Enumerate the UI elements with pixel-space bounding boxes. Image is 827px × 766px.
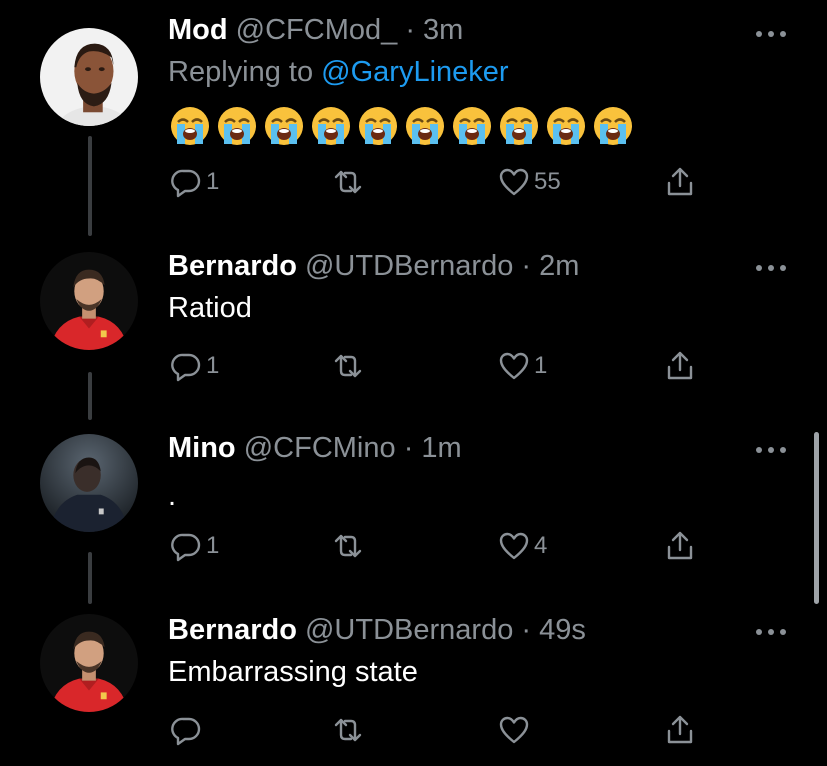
share-button[interactable] [664, 526, 696, 566]
share-icon [667, 351, 693, 380]
tweet-text: . [168, 480, 177, 512]
display-name[interactable]: Bernardo [168, 614, 297, 646]
more-dots-icon[interactable] [754, 260, 788, 271]
avatar[interactable] [40, 614, 138, 712]
loudly-crying-face-icon [497, 106, 544, 146]
tweet-header: Mino @CFCMino · 1m [168, 430, 462, 466]
reply-icon [171, 533, 201, 562]
retweet-button[interactable] [332, 710, 368, 750]
tweet-actions: 1 55 [168, 162, 708, 202]
man-profile-photo [40, 28, 138, 126]
mention-link[interactable]: @GaryLineker [321, 56, 508, 88]
reply-icon [171, 169, 201, 198]
heart-icon [499, 168, 529, 196]
retweet-icon [334, 534, 362, 558]
like-count: 4 [534, 532, 548, 559]
reply-count: 1 [206, 168, 220, 195]
share-icon [667, 531, 693, 560]
footballer-red-kit-photo [40, 252, 138, 350]
replying-to: Replying to @GaryLineker [168, 54, 509, 90]
like-button[interactable]: 1 [498, 346, 547, 386]
retweet-icon [334, 170, 362, 194]
loudly-crying-face-icon [215, 106, 262, 146]
tweet-header: Bernardo @UTDBernardo · 2m [168, 248, 579, 284]
timestamp[interactable]: 3m [423, 14, 463, 46]
tweet-text: Embarrassing state [168, 656, 418, 688]
user-handle[interactable]: @CFCMino [244, 432, 396, 464]
avatar[interactable] [40, 434, 138, 532]
more-dots-icon[interactable] [754, 442, 788, 453]
loudly-crying-face-icon [403, 106, 450, 146]
heart-icon [499, 716, 529, 744]
user-handle[interactable]: @UTDBernardo [305, 614, 513, 646]
share-icon [667, 167, 693, 196]
reply-button[interactable]: 1 [170, 346, 219, 386]
like-count: 55 [534, 168, 561, 195]
like-button[interactable]: 55 [498, 162, 561, 202]
display-name[interactable]: Mod [168, 14, 228, 46]
share-button[interactable] [664, 710, 696, 750]
reply-button[interactable] [170, 710, 206, 750]
timestamp[interactable]: 2m [539, 250, 579, 282]
separator-dot: · [405, 14, 415, 46]
user-handle[interactable]: @CFCMod_ [236, 14, 398, 46]
separator-dot: · [521, 250, 532, 282]
separator-dot: · [521, 614, 532, 646]
more-dots-icon[interactable] [754, 624, 788, 635]
reply-count: 1 [206, 532, 220, 559]
display-name[interactable]: Mino [168, 432, 236, 464]
more-dots-icon[interactable] [754, 26, 788, 37]
loudly-crying-face-icon [356, 106, 403, 146]
heart-icon [499, 532, 529, 560]
tweet-bernardo-1[interactable]: Bernardo @UTDBernardo · 2m Ratiod 1 1 [0, 248, 827, 398]
timestamp[interactable]: 1m [421, 432, 461, 464]
share-button[interactable] [664, 346, 696, 386]
user-handle[interactable]: @UTDBernardo [305, 250, 513, 282]
avatar[interactable] [40, 252, 138, 350]
display-name[interactable]: Bernardo [168, 250, 297, 282]
footballer-red-kit-photo [40, 614, 138, 712]
timestamp[interactable]: 49s [539, 614, 586, 646]
tweet-text: Ratiod [168, 292, 252, 324]
reply-icon [171, 353, 201, 382]
tweet-thread: Mod @CFCMod_ · 3m Replying to @GaryLinek… [0, 0, 827, 766]
loudly-crying-face-icon [168, 106, 215, 146]
loudly-crying-face-icon [544, 106, 591, 146]
tweet-actions [168, 710, 708, 750]
replying-to-label: Replying to [168, 56, 322, 88]
retweet-button[interactable] [332, 162, 368, 202]
emoji-row [168, 106, 638, 146]
scrollbar[interactable] [814, 432, 819, 604]
reply-count: 1 [206, 352, 220, 379]
like-count: 1 [534, 352, 548, 379]
tweet-header: Bernardo @UTDBernardo · 49s [168, 612, 586, 648]
retweet-icon [334, 354, 362, 378]
separator-dot: · [403, 432, 414, 464]
tweet-mino[interactable]: Mino @CFCMino · 1m . 1 4 [0, 428, 827, 578]
tweet-header: Mod @CFCMod_ · 3m [168, 12, 463, 48]
share-icon [667, 715, 693, 744]
retweet-button[interactable] [332, 346, 368, 386]
tweet-actions: 1 1 [168, 346, 708, 386]
avatar[interactable] [40, 28, 138, 126]
footballer-dark-photo [40, 434, 138, 532]
like-button[interactable] [498, 710, 534, 750]
retweet-icon [334, 718, 362, 742]
loudly-crying-face-icon [309, 106, 356, 146]
tweet-bernardo-2[interactable]: Bernardo @UTDBernardo · 49s Embarrassing… [0, 612, 827, 766]
retweet-button[interactable] [332, 526, 368, 566]
share-button[interactable] [664, 162, 696, 202]
tweet-mod[interactable]: Mod @CFCMod_ · 3m Replying to @GaryLinek… [0, 10, 827, 210]
reply-button[interactable]: 1 [170, 526, 219, 566]
loudly-crying-face-icon [262, 106, 309, 146]
reply-button[interactable]: 1 [170, 162, 219, 202]
loudly-crying-face-icon [450, 106, 497, 146]
loudly-crying-face-icon [591, 106, 638, 146]
reply-icon [171, 717, 201, 746]
tweet-actions: 1 4 [168, 526, 708, 566]
heart-icon [499, 352, 529, 380]
like-button[interactable]: 4 [498, 526, 547, 566]
